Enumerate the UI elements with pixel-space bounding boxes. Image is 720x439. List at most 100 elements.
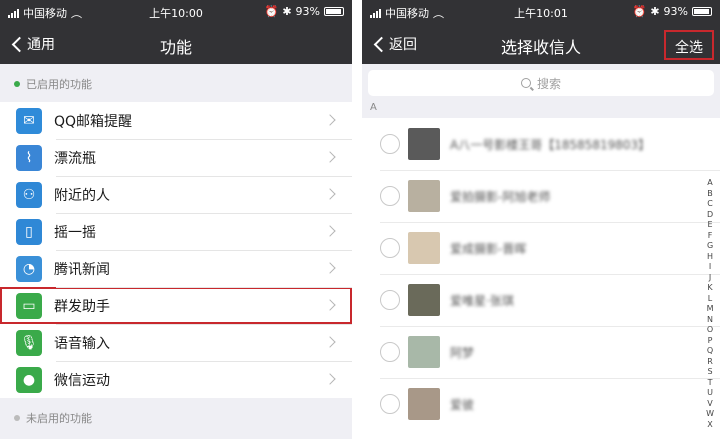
feature-label: 附近的人	[54, 187, 110, 204]
enabled-section-header: 已启用的功能	[0, 64, 352, 102]
chevron-right-icon	[324, 262, 336, 274]
index-letter[interactable]: G	[707, 241, 713, 252]
select-radio[interactable]	[380, 186, 400, 206]
features-screen: 中国移动 ︵ 上午10:00 ⏰ ✱ 93% 通用 功能 已启用的功能 ✉ QQ…	[0, 0, 352, 439]
disabled-section-header: 未启用的功能	[0, 398, 352, 436]
feature-item-drift-bottle[interactable]: ⌇ 漂流瓶	[0, 139, 352, 176]
select-radio[interactable]	[380, 238, 400, 258]
search-icon	[520, 78, 531, 88]
index-letter[interactable]: Q	[707, 346, 713, 357]
avatar	[408, 180, 440, 212]
alphabet-index[interactable]: ABCDEFGHIJKLMNOPQRSTUVWX	[706, 178, 714, 430]
wechat-sports-icon: ●	[16, 366, 42, 393]
chevron-right-icon	[324, 188, 336, 200]
drift-bottle-icon: ⌇	[16, 144, 42, 171]
index-letter[interactable]: O	[707, 325, 713, 336]
index-letter[interactable]: X	[707, 420, 712, 431]
feature-item-mass-message[interactable]: ▭ 群发助手	[0, 287, 352, 324]
feature-list: ✉ QQ邮箱提醒 ⌇ 漂流瓶 ⚇ 附近的人 ▯ 摇一摇 ◔ 腾讯新闻 ▭ 群发助…	[0, 102, 352, 398]
index-letter[interactable]: D	[707, 210, 713, 221]
search-placeholder: 搜索	[536, 76, 561, 91]
select-radio[interactable]	[380, 290, 400, 310]
battery-percent: 93%	[295, 5, 320, 18]
feature-label: 微信运动	[54, 372, 110, 389]
feature-item-qq-mail[interactable]: ✉ QQ邮箱提醒	[0, 102, 352, 139]
enabled-section-label: 已启用的功能	[26, 78, 92, 91]
select-radio[interactable]	[380, 134, 400, 154]
microphone-icon: 🎙	[16, 329, 42, 356]
contact-row[interactable]: 爱彼	[362, 378, 720, 430]
avatar	[408, 284, 440, 316]
search-input[interactable]: 搜索	[368, 70, 714, 96]
contact-row[interactable]: A八一号影楼王哥【18585819803】	[362, 118, 720, 170]
bluetooth-icon: ✱	[650, 5, 660, 18]
feature-item-tencent-news[interactable]: ◔ 腾讯新闻	[0, 250, 352, 287]
index-letter[interactable]: F	[708, 231, 713, 242]
contact-name: 爱唯星·张琪	[450, 293, 514, 308]
contact-row[interactable]: 阿梦	[362, 326, 720, 378]
feature-label: 群发助手	[54, 298, 110, 315]
index-letter[interactable]: U	[707, 388, 713, 399]
feature-item-voice-input[interactable]: 🎙 语音输入	[0, 324, 352, 361]
index-letter[interactable]: W	[706, 409, 714, 420]
feature-item-shake[interactable]: ▯ 摇一摇	[0, 213, 352, 250]
index-letter[interactable]: J	[709, 273, 711, 284]
avatar	[408, 128, 440, 160]
index-letter[interactable]: R	[707, 357, 713, 368]
section-letter: A	[362, 102, 720, 118]
index-letter[interactable]: E	[708, 220, 713, 231]
select-radio[interactable]	[380, 394, 400, 414]
shake-icon: ▯	[16, 218, 42, 245]
index-letter[interactable]: V	[707, 399, 712, 410]
contact-name: 爱彼	[450, 397, 475, 412]
nav-bar: 通用 功能	[0, 24, 352, 64]
contact-name: 爱拍摄影-阿旭老师	[450, 189, 551, 204]
chevron-right-icon	[324, 373, 336, 385]
index-letter[interactable]: C	[707, 199, 713, 210]
index-letter[interactable]: T	[708, 378, 713, 389]
feature-label: 腾讯新闻	[54, 261, 110, 278]
bluetooth-icon: ✱	[282, 5, 292, 18]
contact-list: A八一号影楼王哥【18585819803】 爱拍摄影-阿旭老师 爱成摄影-晋晖 …	[362, 118, 720, 430]
people-nearby-icon: ⚇	[16, 181, 42, 208]
index-letter[interactable]: B	[707, 189, 713, 200]
index-letter[interactable]: N	[707, 315, 713, 326]
contact-row[interactable]: 爱成摄影-晋晖	[362, 222, 720, 274]
disabled-section-label: 未启用的功能	[26, 412, 92, 425]
search-bar: 搜索	[362, 64, 720, 102]
index-letter[interactable]: L	[708, 294, 712, 305]
select-recipients-screen: 中国移动 ︵ 上午10:01 ⏰ ✱ 93% 返回 选择收信人 全选 搜索 A …	[362, 0, 720, 439]
feature-label: 摇一摇	[54, 224, 96, 241]
avatar	[408, 336, 440, 368]
feature-item-people-nearby[interactable]: ⚇ 附近的人	[0, 176, 352, 213]
alarm-icon: ⏰	[264, 5, 279, 18]
chevron-right-icon	[324, 114, 336, 126]
select-radio[interactable]	[380, 342, 400, 362]
index-letter[interactable]: A	[707, 178, 712, 189]
contact-name: 爱成摄影-晋晖	[450, 241, 527, 256]
select-all-button[interactable]: 全选	[664, 30, 714, 60]
contact-name: A八一号影楼王哥【18585819803】	[450, 137, 651, 152]
contact-row[interactable]: 爱拍摄影-阿旭老师	[362, 170, 720, 222]
contact-name: 阿梦	[450, 345, 475, 360]
mass-message-icon: ▭	[16, 292, 42, 319]
index-letter[interactable]: M	[707, 304, 714, 315]
feature-item-wechat-sports[interactable]: ● 微信运动	[0, 361, 352, 398]
contact-row[interactable]: 爱唯星·张琪	[362, 274, 720, 326]
index-letter[interactable]: H	[707, 252, 713, 263]
status-bar: 中国移动 ︵ 上午10:01 ⏰ ✱ 93%	[362, 0, 720, 24]
battery-icon	[692, 7, 712, 16]
alarm-icon: ⏰	[632, 5, 647, 18]
feature-label: 语音输入	[54, 335, 110, 352]
page-title: 功能	[159, 38, 192, 57]
index-letter[interactable]: K	[707, 283, 712, 294]
chevron-right-icon	[324, 151, 336, 163]
status-dot-icon	[14, 81, 20, 87]
index-letter[interactable]: P	[708, 336, 713, 347]
battery-icon	[324, 7, 344, 16]
index-letter[interactable]: I	[709, 262, 711, 273]
avatar	[408, 388, 440, 420]
avatar	[408, 232, 440, 264]
status-dot-icon	[14, 415, 20, 421]
index-letter[interactable]: S	[708, 367, 713, 378]
